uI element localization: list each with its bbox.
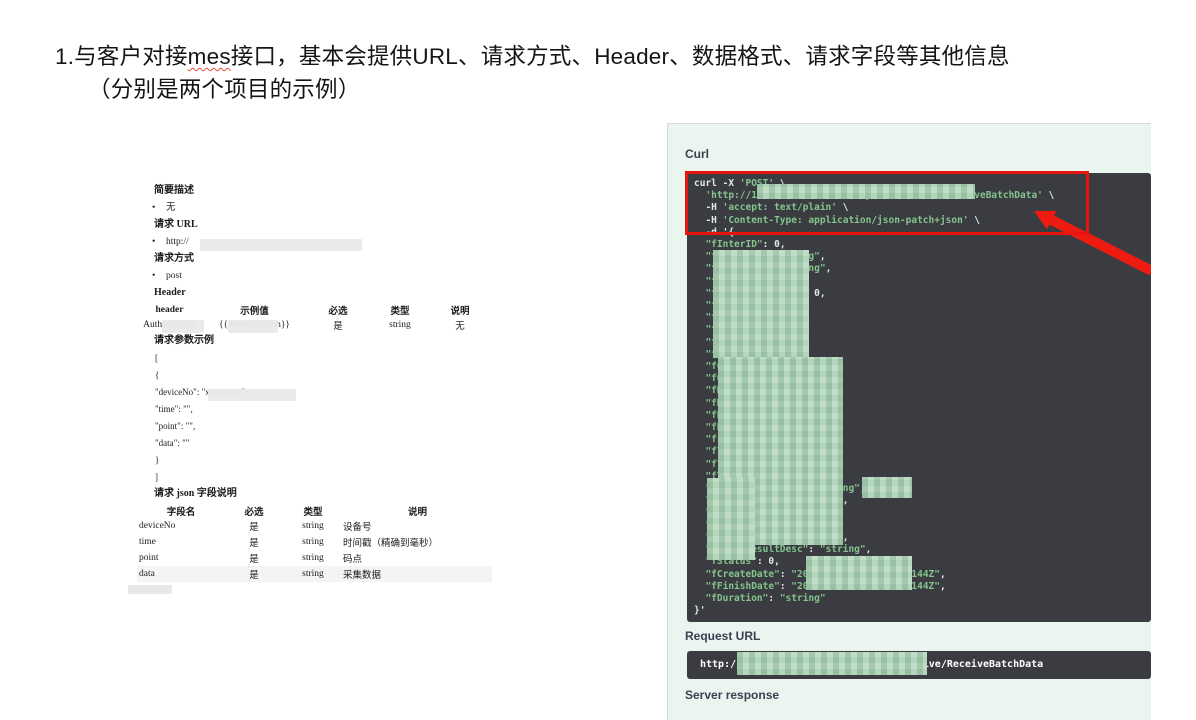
column-header: 说明 [431,302,489,317]
table-cell: 是 [225,550,283,566]
code-line: "point": "", [155,418,500,435]
title-rest: 接口，基本会提供URL、请求方式、Header、数据格式、请求字段等其他信息 [231,44,1010,69]
table-cell: deviceNo [137,518,225,534]
table-cell: string [283,534,343,550]
redaction-smudge [200,239,362,251]
table-cell: 是 [307,317,369,333]
redaction-smudge [228,320,278,333]
column-header: 类型 [283,503,343,518]
brief-heading: 简要描述 [154,183,500,200]
blur-patch [806,556,912,590]
table-row: data是string采集数据 [137,566,492,582]
curl-code-line: "fDuration": "string" [694,593,1151,605]
code-line: [ [155,350,500,367]
blur-patch [737,652,927,675]
redaction-smudge [128,585,172,594]
server-response-label: Server response [685,688,779,702]
table-cell: 采集数据 [343,566,492,582]
curl-code-line: }' [694,605,1151,617]
json-fields-heading: 请求 json 字段说明 [154,486,500,503]
table-cell: 是 [225,534,283,550]
request-url-label: Request URL [685,629,760,643]
table-cell: time [137,534,225,550]
bullet-icon: • [152,268,166,284]
table-row: deviceNo是string设备号 [137,518,492,534]
header-heading: Header [154,285,500,302]
request-method-heading: 请求方式 [154,251,500,268]
column-header: 字段名 [137,503,225,518]
bullet-icon: • [152,234,166,250]
table-cell: 码点 [343,550,492,566]
blur-patch [707,478,755,560]
table-cell: 时间戳（精确到毫秒） [343,534,492,550]
blur-patch [862,477,912,498]
request-method-item: •post [135,268,500,285]
redaction-smudge [208,389,296,401]
title-line-2: （分别是两个项目的示例） [55,73,1165,106]
column-header: 必选 [225,503,283,518]
code-line: "data": "" [155,435,500,452]
redaction-smudge [162,320,204,333]
table-row: time是string时间戳（精确到毫秒） [137,534,492,550]
blur-patch [757,184,975,199]
table-cell: string [283,566,343,582]
column-header: 说明 [343,503,492,518]
table-cell: point [137,550,225,566]
column-header: 示例值 [202,302,307,317]
table-row: point是string码点 [137,550,492,566]
table-cell: data [137,566,225,582]
code-line: } [155,452,500,469]
params-example-code: [{"deviceNo": "xxxxxxxx","time": "","poi… [135,350,500,486]
code-line: "time": "", [155,401,500,418]
brief-item: •无 [135,200,500,217]
table-cell: 设备号 [343,518,492,534]
spellchecked-word: mes [188,44,231,69]
params-example-heading: 请求参数示例 [154,333,500,350]
table-cell: string [369,317,431,333]
code-line: "deviceNo": "xxxxxxxx", [155,384,500,401]
curl-code-line: "fFinishDate": "2023-08-24T07:20:14.144Z… [694,581,1151,593]
json-fields-table: 字段名必选类型说明deviceNo是string设备号time是string时间… [137,503,492,582]
curl-label: Curl [685,147,709,161]
request-url-heading: 请求 URL [154,217,500,234]
page: 1.与客户对接mes接口，基本会提供URL、请求方式、Header、数据格式、请… [0,0,1196,720]
blur-patch [713,250,809,358]
code-line: { [155,367,500,384]
table-cell: 无 [431,317,489,333]
title-line-1: 1.与客户对接mes接口，基本会提供URL、请求方式、Header、数据格式、请… [55,40,1165,73]
table-cell: 是 [225,566,283,582]
table-cell: string [283,550,343,566]
curl-code-line: "fCreateDate": "2023-08-24T07:20:14.144Z… [694,569,1151,581]
table-cell: 是 [225,518,283,534]
bullet-icon: • [152,200,166,216]
curl-code-line: "fStatus": 0, [694,556,1151,568]
column-header: header [137,302,202,317]
page-title: 1.与客户对接mes接口，基本会提供URL、请求方式、Header、数据格式、请… [55,40,1165,106]
red-highlight-box [685,171,1089,235]
table-cell: string [283,518,343,534]
code-line: ] [155,469,500,486]
curl-code-line: "fPowerResultDesc": "string", [694,544,1151,556]
column-header: 类型 [369,302,431,317]
column-header: 必选 [307,302,369,317]
title-prefix: 1.与客户对接 [55,44,188,69]
